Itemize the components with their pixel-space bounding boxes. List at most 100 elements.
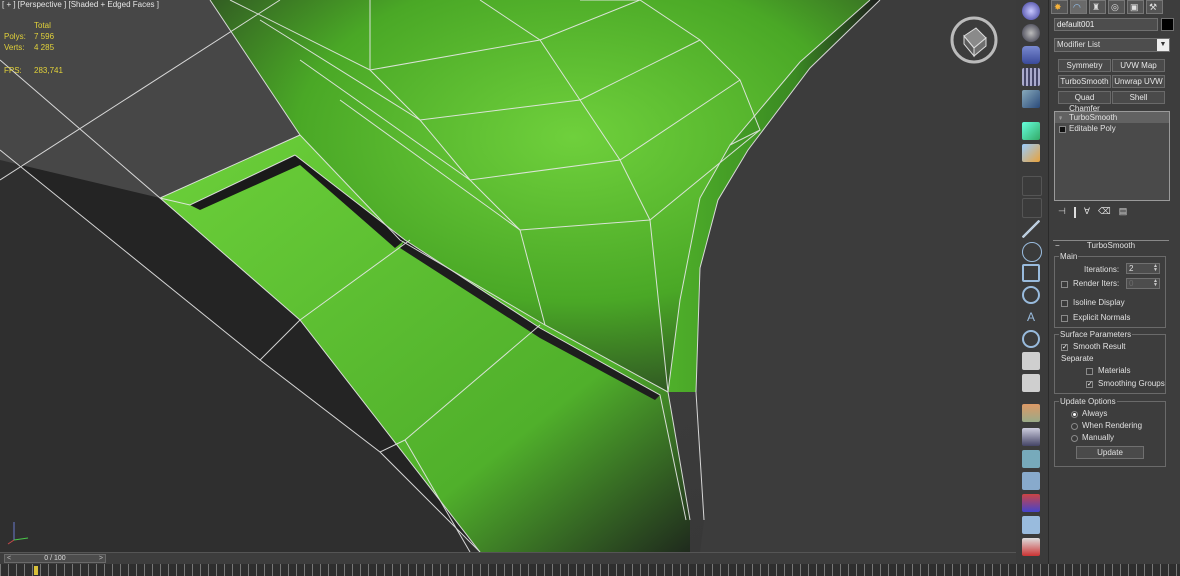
eraser-icon[interactable] (1022, 352, 1040, 370)
material-icon[interactable] (1022, 404, 1040, 422)
isoline-display-checkbox[interactable] (1061, 300, 1068, 307)
always-radio[interactable] (1071, 411, 1078, 418)
viewcube-icon[interactable] (948, 14, 1000, 66)
render-iters-value[interactable]: 0 (1129, 279, 1133, 288)
render-iters-spinner[interactable]: 0 ▲ ▼ (1126, 278, 1160, 289)
plane-icon[interactable] (1022, 68, 1040, 86)
link-icon[interactable] (1022, 374, 1040, 392)
unwrap-uvw-button[interactable]: Unwrap UVW (1112, 75, 1165, 88)
axis-tripod-icon (7, 522, 29, 545)
smooth-result-label: Smooth Result (1073, 342, 1126, 351)
render-iters-checkbox[interactable] (1061, 281, 1068, 288)
pin-stack-icon[interactable]: ⊣ (1058, 206, 1066, 220)
circle-icon[interactable] (1022, 286, 1040, 304)
compound-icon[interactable] (1022, 144, 1040, 162)
perspective-viewport[interactable]: [ + ] [Perspective ] [Shaded + Edged Fac… (0, 0, 1017, 552)
time-slider[interactable]: < 0 / 100 > (4, 554, 106, 563)
modify-tab-icon[interactable]: ◠ (1070, 0, 1087, 14)
iterations-value[interactable]: 2 (1129, 264, 1133, 273)
spinner-arrows-icon[interactable]: ▲ ▼ (1152, 279, 1159, 288)
object-color-swatch[interactable] (1161, 18, 1174, 31)
uvw-map-button[interactable]: UVW Map (1112, 59, 1165, 72)
hierarchy-tab-icon[interactable]: ♜ (1089, 0, 1106, 14)
geosphere-icon[interactable] (1022, 24, 1040, 42)
time-marker[interactable] (34, 566, 38, 575)
expand-icon[interactable] (1059, 126, 1066, 133)
viewport-label[interactable]: [ + ] [Perspective ] [Shaded + Edged Fac… (2, 0, 159, 9)
vertical-toolbar: A (1016, 0, 1049, 564)
spinner-arrows-icon[interactable]: ▲ ▼ (1152, 264, 1159, 273)
update-button[interactable]: Update (1076, 446, 1144, 459)
fps-label: FPS: (4, 66, 22, 75)
remove-modifier-icon[interactable]: ⌫ (1098, 206, 1111, 220)
stats-polys-row: Polys: 7 596 (4, 31, 63, 42)
crosshair-icon[interactable] (1022, 330, 1040, 348)
modifier-list-label: Modifier List (1057, 40, 1101, 49)
shell-button[interactable]: Shell (1112, 91, 1165, 104)
command-panel: ✸ ◠ ♜ ◎ ▣ ⚒ default001 Modifier List ▼ S… (1049, 0, 1180, 564)
arc-icon[interactable] (1022, 242, 1042, 262)
materials-checkbox[interactable] (1086, 368, 1093, 375)
track-bar[interactable] (0, 564, 1180, 576)
motion-tab-icon[interactable]: ◎ (1108, 0, 1125, 14)
polys-label: Polys: (4, 32, 26, 41)
sphere-icon[interactable] (1022, 2, 1040, 20)
ik-icon[interactable] (1022, 450, 1040, 468)
turbosmooth-button[interactable]: TurboSmooth (1058, 75, 1111, 88)
rectangle-icon[interactable] (1022, 264, 1040, 282)
mesh-render (0, 0, 1016, 552)
show-end-result-icon[interactable] (1073, 207, 1076, 218)
collapse-icon[interactable]: − (1055, 241, 1060, 251)
iterations-spinner[interactable]: 2 ▲ ▼ (1126, 263, 1160, 274)
line-icon[interactable] (1022, 220, 1040, 238)
create-tab-icon[interactable]: ✸ (1051, 0, 1068, 14)
smooth-result-checkbox[interactable]: ✓ (1061, 344, 1068, 351)
smoothing-groups-checkbox[interactable]: ✓ (1086, 381, 1093, 388)
verts-value: 4 285 (34, 43, 55, 52)
stack-item-editable-poly[interactable]: Editable Poly (1055, 123, 1169, 134)
grid-icon[interactable] (1022, 516, 1040, 534)
time-prev-button[interactable]: < (7, 555, 11, 562)
update-options-group: Update Options Always When Rendering Man… (1054, 397, 1166, 467)
when-rendering-radio[interactable] (1071, 423, 1078, 430)
object-name-field[interactable]: default001 (1054, 18, 1158, 31)
quad-chamfer-button[interactable]: Quad Chamfer (1058, 91, 1111, 113)
utilities-tab-icon[interactable]: ⚒ (1146, 0, 1163, 14)
fps-value: 283,741 (34, 66, 63, 75)
boolean-icon[interactable] (1022, 122, 1040, 140)
box-icon[interactable] (1022, 90, 1040, 108)
iterations-label: Iterations: (1084, 265, 1120, 274)
turbosmooth-rollout-header[interactable]: − TurboSmooth (1053, 240, 1169, 251)
manually-radio[interactable] (1071, 435, 1078, 442)
separate-label: Separate (1061, 354, 1094, 363)
text-icon[interactable]: A (1022, 308, 1040, 326)
surface-parameters-group: Surface Parameters ✓ Smooth Result Separ… (1054, 330, 1166, 394)
polys-value: 7 596 (34, 32, 55, 41)
stack-item-label: Editable Poly (1069, 124, 1116, 133)
xyz-icon[interactable] (1022, 494, 1040, 512)
pen-icon[interactable] (1022, 198, 1042, 218)
pencil-icon[interactable] (1022, 176, 1042, 196)
chevron-down-icon[interactable]: ▼ (1157, 39, 1169, 51)
explicit-normals-checkbox[interactable] (1061, 315, 1068, 322)
bone-icon[interactable] (1022, 472, 1040, 490)
modifier-list-dropdown[interactable]: Modifier List ▼ (1054, 38, 1170, 52)
make-unique-icon[interactable]: ∀ (1084, 206, 1090, 220)
update-group-title: Update Options (1059, 397, 1117, 406)
camera-icon[interactable] (1022, 538, 1040, 556)
symmetry-button[interactable]: Symmetry (1058, 59, 1111, 72)
render-icon[interactable] (1022, 428, 1040, 446)
cylinder-icon[interactable] (1022, 46, 1040, 64)
main-group: Main Iterations: 2 ▲ ▼ Render Iters: 0 ▲ ▼… (1054, 252, 1166, 328)
stack-item-turbosmooth[interactable]: ♀ TurboSmooth (1055, 112, 1169, 123)
render-iters-label: Render Iters: (1073, 279, 1120, 288)
stats-fps-row: FPS: 283,741 (4, 65, 63, 76)
explicit-normals-label: Explicit Normals (1073, 313, 1131, 322)
stack-item-label: TurboSmooth (1069, 113, 1118, 122)
time-next-button[interactable]: > (99, 555, 103, 562)
when-rendering-label: When Rendering (1082, 421, 1143, 430)
configure-sets-icon[interactable]: ▤ (1119, 206, 1128, 220)
display-tab-icon[interactable]: ▣ (1127, 0, 1144, 14)
manually-label: Manually (1082, 433, 1115, 442)
main-group-title: Main (1059, 252, 1079, 261)
